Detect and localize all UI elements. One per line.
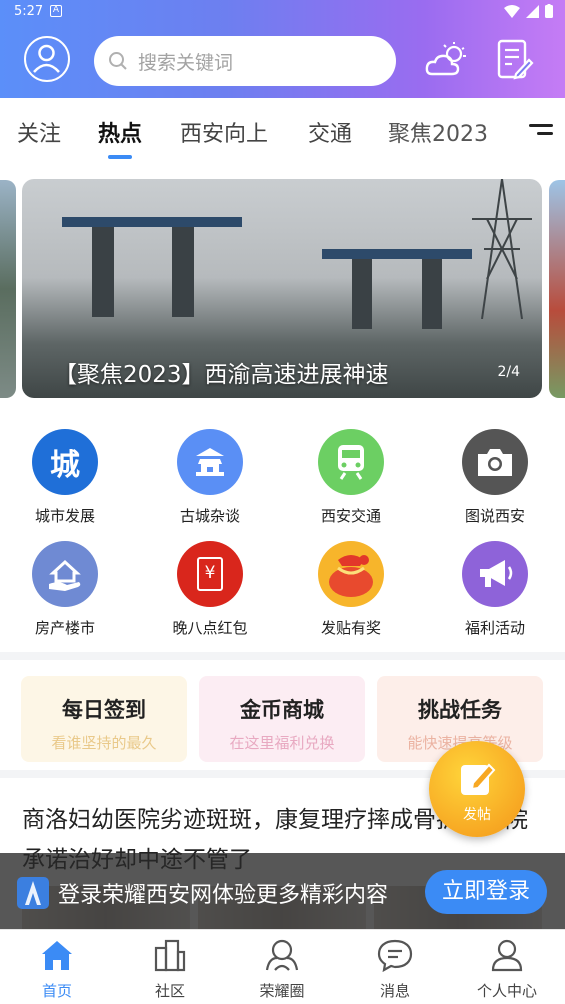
camera-icon [462,429,528,495]
home-icon [42,941,72,970]
status-time: 5:27 [14,4,44,19]
avatar-button[interactable] [24,36,70,82]
checkin-card[interactable]: 每日签到 看谁坚持的最久 [21,676,187,762]
signal-icon [526,4,539,18]
tab-traffic[interactable]: 交通 [308,116,352,148]
login-prompt-text: 登录荣耀西安网体验更多精彩内容 [58,883,389,908]
grid-item-red-envelope[interactable]: ¥ 晚八点红包 [150,541,270,638]
nav-label: 个人中心 [476,982,537,1000]
bottom-nav: 首页 社区 荣耀圈 消息 个人中心 [0,929,565,1004]
ancient-tower-icon [177,429,243,495]
card-title: 挑战任务 [418,698,502,722]
app-logo-icon [17,877,49,909]
nav-label: 荣耀圈 [259,982,305,1000]
grid-item-city-development[interactable]: 城 城市发展 [5,429,125,526]
banner-caption: 【聚焦2023】西渝高速进展神速 [54,362,389,388]
status-bar: 5:27 A [0,0,565,24]
grid-label: 西安交通 [320,507,381,525]
nav-label: 首页 [41,982,72,1000]
banner-slide[interactable]: 【聚焦2023】西渝高速进展神速 2/4 [22,179,542,398]
category-grid: 城 城市发展 古城杂谈 西安交通 图说西安 房产楼市 ¥ 晚八点红包 发贴有奖 … [0,402,565,652]
tab-follow[interactable]: 关注 [17,116,61,148]
notification-icon: A [50,5,62,17]
megaphone-icon [462,541,528,607]
post-fab-label: 发帖 [463,807,491,823]
login-button[interactable]: 立即登录 [425,870,547,914]
money-bag-icon [318,541,384,607]
post-fab-button[interactable]: 发帖 [429,741,525,837]
status-indicators [504,4,553,18]
login-prompt-bar: 登录荣耀西安网体验更多精彩内容 立即登录 [0,853,565,929]
nav-label: 消息 [379,982,410,1000]
profile-icon [491,939,523,972]
grid-label: 发贴有奖 [320,619,381,637]
battery-icon [545,4,553,18]
train-icon [318,429,384,495]
tab-xian-up[interactable]: 西安向上 [180,116,268,148]
card-title: 每日签到 [62,698,146,722]
banner-carousel: 【聚焦2023】西渝高速进展神速 2/4 [0,162,565,402]
red-envelope-icon: ¥ [177,541,243,607]
edit-icon [461,763,496,795]
grid-item-photo-xian[interactable]: 图说西安 [435,429,555,526]
house-icon [32,541,98,607]
notes-icon[interactable] [496,38,534,82]
coin-mall-card[interactable]: 金币商城 在这里福利兑换 [199,676,365,762]
tab-focus-2023[interactable]: 聚焦2023 [388,116,488,148]
nav-label: 社区 [154,982,185,1000]
grid-item-welfare[interactable]: 福利活动 [435,541,555,638]
user-icon [33,44,60,73]
next-banner-image[interactable] [549,180,565,398]
grid-label: 图说西安 [464,507,525,525]
card-subtitle: 看谁坚持的最久 [51,734,157,752]
menu-icon[interactable] [529,124,553,140]
card-subtitle: 在这里福利兑换 [229,734,335,752]
banner-pager: 2/4 [497,364,520,380]
community-icon [154,939,186,972]
card-title: 金币商城 [240,698,324,722]
nav-profile[interactable]: 个人中心 [457,938,557,1001]
grid-label: 古城杂谈 [179,507,240,525]
nav-circle[interactable]: 荣耀圈 [232,938,332,1001]
category-tabs: 关注 热点 西安向上 交通 聚焦2023 [0,98,565,162]
search-input[interactable]: 搜索关键词 [94,36,396,86]
weather-icon[interactable] [424,40,468,80]
search-icon [109,52,127,70]
nav-community[interactable]: 社区 [120,938,220,1001]
grid-item-post-reward[interactable]: 发贴有奖 [291,541,411,638]
search-placeholder: 搜索关键词 [138,51,234,74]
grid-label: 城市发展 [34,507,95,525]
city-icon: 城 [32,429,98,495]
prev-banner-image[interactable] [0,180,16,398]
circle-icon [265,939,299,971]
grid-item-ancient-city[interactable]: 古城杂谈 [150,429,270,526]
grid-label: 房产楼市 [34,619,95,637]
wifi-icon [504,4,520,18]
message-icon [377,939,413,973]
tab-hot[interactable]: 热点 [98,116,142,159]
grid-item-xian-traffic[interactable]: 西安交通 [291,429,411,526]
grid-label: 晚八点红包 [172,619,248,637]
nav-home[interactable]: 首页 [7,938,107,1001]
grid-label: 福利活动 [464,619,525,637]
nav-messages[interactable]: 消息 [345,938,445,1001]
app-header: 5:27 A 搜索关键词 [0,0,565,98]
grid-item-real-estate[interactable]: 房产楼市 [5,541,125,638]
